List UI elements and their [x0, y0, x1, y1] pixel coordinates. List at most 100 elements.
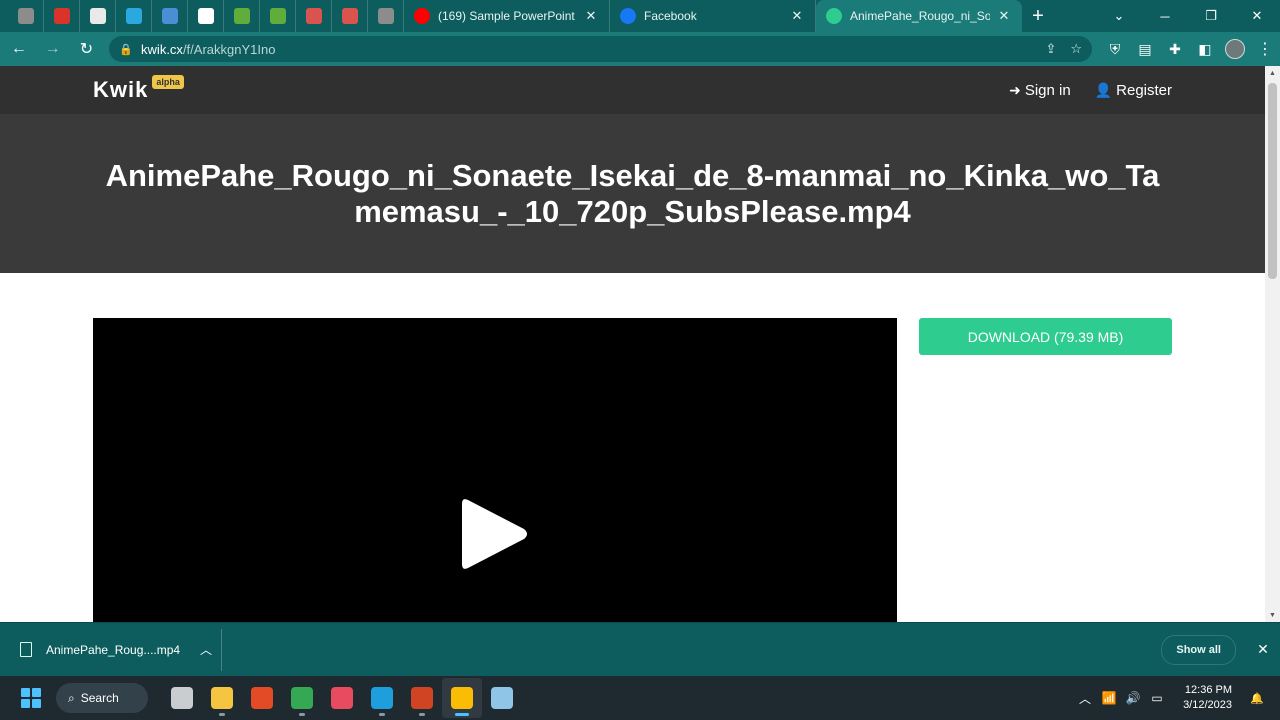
clock[interactable]: 12:36 PM 3/12/2023: [1183, 683, 1232, 713]
chrome-icon: [291, 687, 313, 709]
side-panel-icon[interactable]: ◧: [1190, 34, 1220, 64]
logo-text: Kwik: [93, 77, 149, 102]
taskbar-app[interactable]: [402, 678, 442, 718]
page-scrollbar[interactable]: ▲ ▼: [1265, 66, 1280, 622]
leaf-app-icon: [269, 8, 286, 24]
search-label: Search: [80, 691, 119, 705]
restore-button[interactable]: ❐: [1188, 0, 1234, 32]
new-tab-button[interactable]: +: [1022, 0, 1054, 32]
kwik-logo[interactable]: Kwik alpha: [93, 75, 184, 103]
taskbar-app[interactable]: [202, 678, 242, 718]
pinned-tab[interactable]: [152, 0, 188, 32]
taskbar-app[interactable]: [482, 678, 522, 718]
taskbar-app[interactable]: [362, 678, 402, 718]
share-icon[interactable]: ⇪: [1045, 41, 1056, 57]
chevron-up-icon[interactable]: ︿: [1073, 690, 1097, 707]
scroll-down-icon[interactable]: ▼: [1265, 608, 1280, 622]
tab-search-icon[interactable]: ⌄: [1096, 0, 1142, 32]
reading-list-icon[interactable]: ▤: [1130, 34, 1160, 64]
snipping-tool-icon: [331, 687, 353, 709]
reload-icon[interactable]: ↻: [72, 34, 102, 64]
news-site-icon: [53, 8, 70, 24]
scroll-up-icon[interactable]: ▲: [1265, 66, 1280, 80]
close-tab-icon[interactable]: ✕: [996, 8, 1012, 24]
tab-active[interactable]: AnimePahe_Rougo_ni_Sonaete ✕: [816, 0, 1022, 32]
download-file-name: AnimePahe_Roug....mp4: [46, 642, 181, 657]
system-tray: ︿ 📶 🔊 ▭ 12:36 PM 3/12/2023 🔔: [1073, 676, 1280, 720]
taskbar-app[interactable]: [242, 678, 282, 718]
shield-extension-icon[interactable]: ⛨: [1100, 34, 1130, 64]
main-content: DOWNLOAD (79.39 MB): [0, 273, 1265, 622]
pinned-tab[interactable]: [332, 0, 368, 32]
chevron-up-icon[interactable]: ︿: [191, 641, 221, 658]
download-button[interactable]: DOWNLOAD (79.39 MB): [919, 318, 1172, 355]
notification-bell-icon[interactable]: 🔔: [1250, 692, 1270, 705]
kwik-icon: [826, 8, 842, 24]
running-indicator: [219, 713, 225, 716]
close-tab-icon[interactable]: ✕: [789, 8, 805, 24]
wifi-icon[interactable]: 📶: [1097, 691, 1121, 705]
file-title: AnimePahe_Rougo_ni_Sonaete_Isekai_de_8-m…: [105, 157, 1160, 229]
tab[interactable]: (169) Sample PowerPoint pre ✕: [404, 0, 610, 32]
open-tabs: (169) Sample PowerPoint pre✕Facebook✕Ani…: [404, 0, 1022, 32]
pinned-tab[interactable]: [188, 0, 224, 32]
pinned-tab[interactable]: [116, 0, 152, 32]
taskbar-app[interactable]: [442, 678, 482, 718]
pocket-icon: [17, 8, 34, 24]
download-item[interactable]: AnimePahe_Roug....mp4 ︿: [0, 628, 222, 671]
video-player[interactable]: [93, 318, 897, 622]
windows-start-icon[interactable]: [16, 683, 46, 713]
tab-title: (169) Sample PowerPoint pre: [438, 9, 577, 23]
download-shelf: AnimePahe_Roug....mp4 ︿ Show all ✕: [0, 622, 1280, 676]
menu-kebab-icon[interactable]: ⋮: [1250, 34, 1280, 64]
clock-time: 12:36 PM: [1184, 684, 1232, 696]
file-explorer-icon: [211, 687, 233, 709]
lock-icon[interactable]: 🔒: [119, 43, 133, 56]
battery-icon[interactable]: ▭: [1145, 691, 1169, 705]
pinned-tab[interactable]: [260, 0, 296, 32]
taskbar-search[interactable]: ⌕ Search: [56, 683, 148, 713]
sign-in-link[interactable]: ➜ Sign in: [1009, 82, 1071, 99]
puzzle-extensions-icon[interactable]: ✚: [1160, 34, 1190, 64]
url-host: kwik.cx: [141, 41, 183, 57]
profile-avatar[interactable]: [1225, 39, 1246, 59]
pinned-tab[interactable]: [44, 0, 80, 32]
extensions-area: ⛨ ▤ ✚ ◧ ⋮: [1100, 34, 1280, 64]
address-bar[interactable]: 🔒 kwik.cx/f/ArakkgnY1Ino ⇪ ☆: [109, 36, 1093, 62]
chrome-icon: [451, 687, 473, 709]
scroll-thumb[interactable]: [1268, 83, 1277, 279]
close-shelf-icon[interactable]: ✕: [1248, 641, 1278, 658]
pinned-tab[interactable]: [224, 0, 260, 32]
browser-tab-strip: (169) Sample PowerPoint pre✕Facebook✕Ani…: [0, 0, 1280, 32]
tab[interactable]: Facebook ✕: [610, 0, 816, 32]
show-all-button[interactable]: Show all: [1161, 634, 1236, 665]
file-icon: [20, 642, 32, 657]
leaf-app-icon: [233, 8, 250, 24]
file-manager-icon: [171, 687, 193, 709]
bookmark-star-icon[interactable]: ☆: [1070, 41, 1082, 57]
play-icon[interactable]: [460, 494, 530, 574]
chart-doc-icon: [197, 8, 214, 24]
pinned-tab[interactable]: [368, 0, 404, 32]
forward-icon[interactable]: →: [38, 34, 68, 64]
pinned-tab[interactable]: [296, 0, 332, 32]
taskbar-apps: [162, 678, 522, 718]
pinned-tab[interactable]: [8, 0, 44, 32]
taskbar-app[interactable]: [162, 678, 202, 718]
volume-icon[interactable]: 🔊: [1121, 691, 1145, 705]
close-tab-icon[interactable]: ✕: [583, 8, 599, 24]
notepad-icon: [491, 687, 513, 709]
powerpoint-icon: [411, 687, 433, 709]
taskbar-app[interactable]: [322, 678, 362, 718]
pocket-icon: [377, 8, 394, 24]
cube-app-icon: [341, 8, 358, 24]
register-link[interactable]: 👤 Register: [1095, 82, 1172, 99]
close-window-button[interactable]: ✕: [1234, 0, 1280, 32]
pinned-tab[interactable]: [80, 0, 116, 32]
back-icon[interactable]: ←: [4, 34, 34, 64]
windows-taskbar: ⌕ Search ︿ 📶 🔊 ▭ 12:36 PM 3/12/2023 🔔: [0, 676, 1280, 720]
user-plus-icon: 👤: [1094, 81, 1113, 98]
running-indicator: [299, 713, 305, 716]
taskbar-app[interactable]: [282, 678, 322, 718]
minimize-button[interactable]: ─: [1142, 0, 1188, 32]
